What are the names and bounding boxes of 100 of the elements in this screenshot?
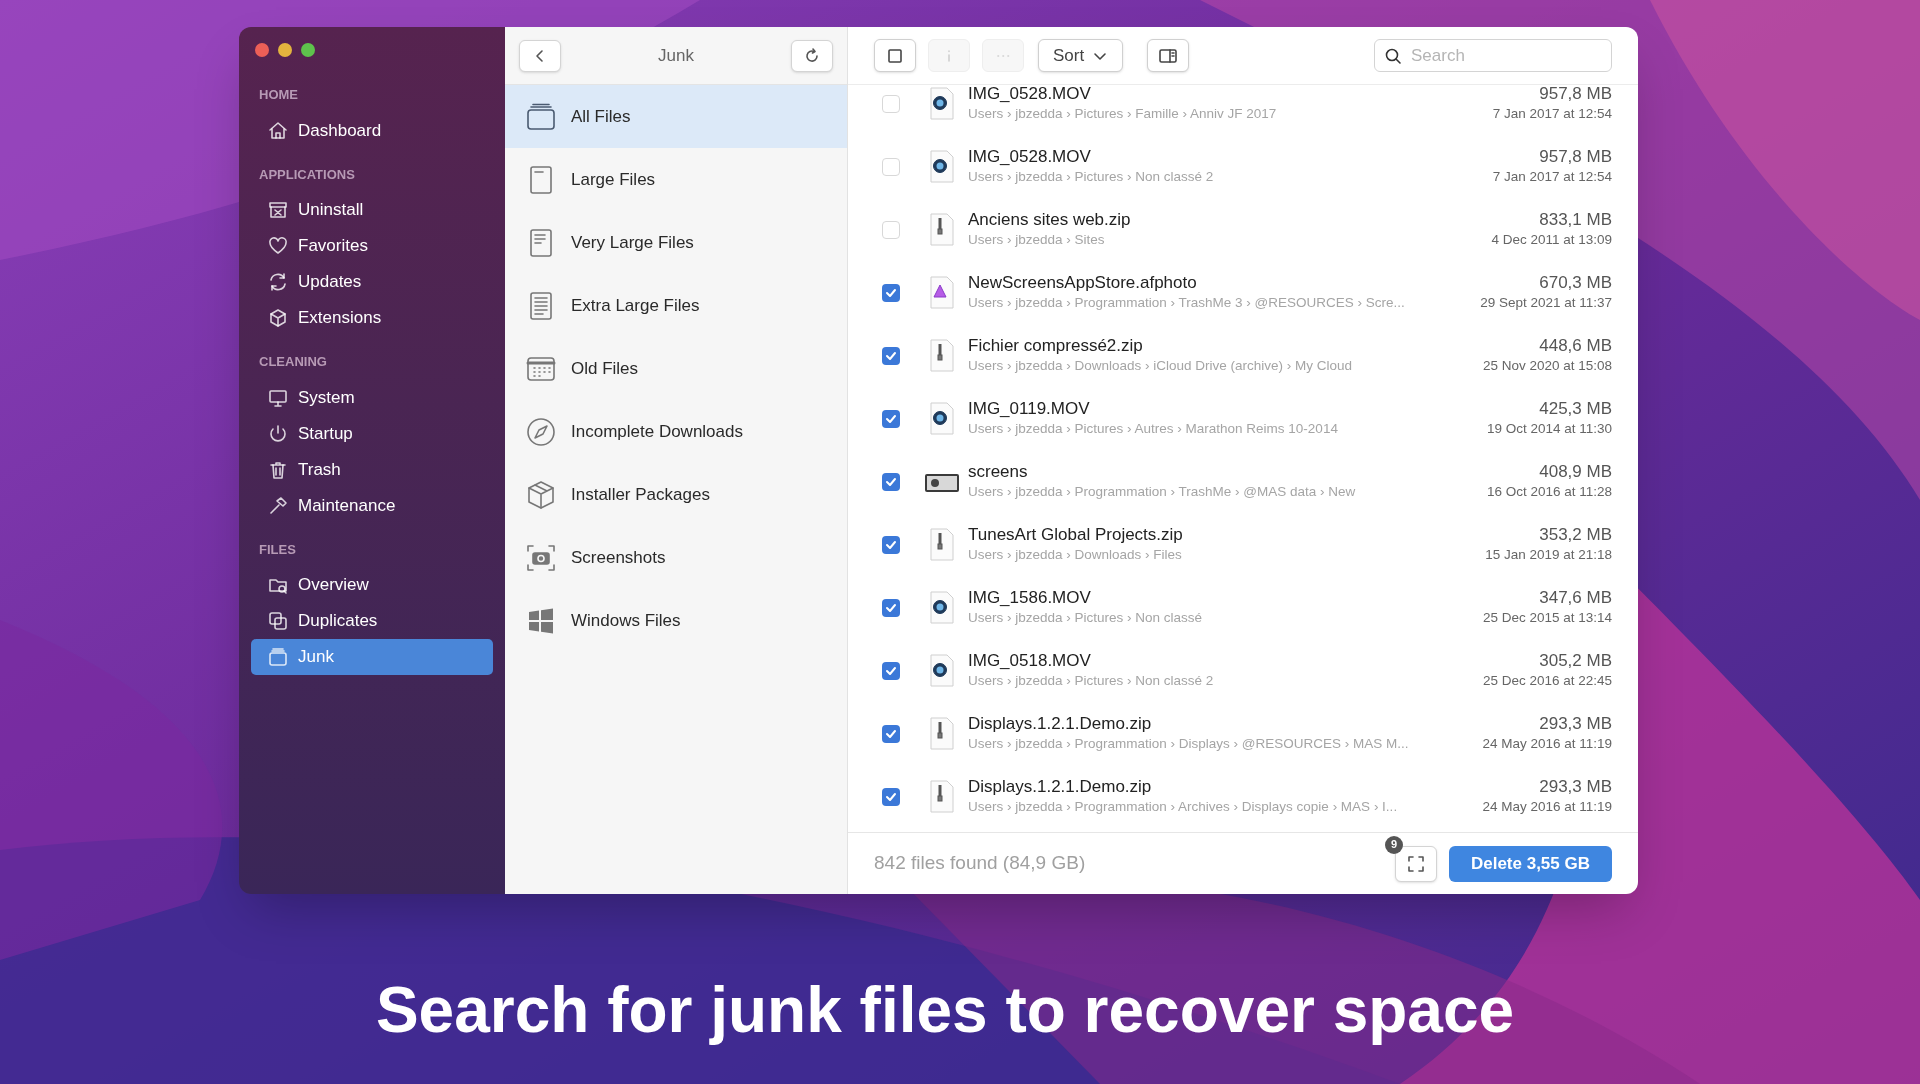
back-button[interactable]	[519, 39, 561, 72]
duplicate-icon	[267, 610, 289, 632]
sort-button[interactable]: Sort	[1038, 39, 1124, 72]
file-path: Users › jbzedda › Pictures › Non classé 2	[968, 672, 1214, 690]
checkbox[interactable]	[882, 535, 900, 554]
sidebar-item[interactable]: Updates	[251, 264, 493, 300]
section-heading: APPLICATIONS	[258, 165, 356, 184]
panel-title: Junk	[658, 44, 694, 67]
checkbox[interactable]	[882, 787, 900, 806]
category-item[interactable]: Large Files	[505, 148, 847, 211]
sidebar-item[interactable]: Trash	[251, 451, 493, 488]
sidebar-item[interactable]: Favorites	[251, 228, 493, 264]
file-path: Users › jbzedda › Programmation › Displays › @RESOURCES › MAS M...	[968, 735, 1409, 753]
refresh-button[interactable]	[791, 39, 833, 72]
sidebar-item[interactable]: Duplicates	[251, 603, 493, 639]
checkbox[interactable]	[882, 94, 900, 113]
category-item[interactable]: Extra Large Files	[505, 274, 847, 337]
category-item[interactable]: Windows Files	[505, 589, 847, 652]
info-icon	[947, 48, 951, 63]
panel-toggle-button[interactable]	[1147, 39, 1190, 72]
file-path: Users › jbzedda › Pictures › Non classé 2	[968, 168, 1214, 186]
package-icon	[525, 478, 557, 511]
window-control-button[interactable]	[301, 43, 315, 57]
category-item[interactable]: Incomplete Downloads	[505, 400, 847, 463]
section-heading: HOME	[258, 86, 299, 104]
search-field[interactable]: Search	[1374, 39, 1612, 72]
category-item[interactable]: Very Large Files	[505, 211, 847, 274]
file-date: 25 Nov 2020 at 15:08	[1482, 357, 1612, 375]
checkbox[interactable]	[882, 157, 900, 176]
sync-icon	[267, 271, 289, 293]
select-button[interactable]	[874, 39, 916, 72]
search-icon	[1384, 47, 1402, 65]
sidebar-item[interactable]: Startup	[251, 415, 493, 452]
file-path: Users › jbzedda › Pictures › Famille › Anniv JF 2017	[968, 105, 1277, 123]
file-name: IMG_0119.MOV	[968, 398, 1091, 419]
ellipsis-icon	[995, 53, 1011, 58]
expand-icon	[1405, 853, 1426, 874]
tray-stack-icon	[267, 646, 289, 668]
checkbox[interactable]	[882, 472, 900, 491]
file-size: 425,3 MB	[1539, 398, 1612, 419]
file-size: 833,1 MB	[1539, 209, 1612, 230]
checkbox[interactable]	[882, 598, 900, 617]
delete-button[interactable]: Delete 3,55 GB	[1448, 845, 1612, 882]
file-name: IMG_0528.MOV	[968, 85, 1092, 104]
checkbox[interactable]	[882, 346, 900, 365]
checkmark-icon	[885, 790, 897, 803]
checkmark-icon	[885, 538, 897, 551]
file-date: 25 Dec 2016 at 22:45	[1482, 672, 1612, 690]
file-name: IMG_0518.MOV	[968, 650, 1092, 671]
count-badge: 9	[1384, 835, 1403, 854]
compass-icon	[525, 415, 557, 448]
checkmark-icon	[885, 349, 897, 362]
sidebar-item[interactable]: System	[251, 379, 493, 416]
checkbox[interactable]	[882, 724, 900, 743]
sidebar-item[interactable]: Extensions	[251, 300, 493, 336]
section-heading: FILES	[258, 540, 297, 559]
checkmark-icon	[885, 727, 897, 740]
file-date: 19 Oct 2014 at 11:30	[1486, 420, 1612, 438]
checkmark-icon	[885, 412, 897, 425]
sidebar-item[interactable]: Maintenance	[251, 487, 493, 524]
file-size: 347,6 MB	[1539, 587, 1612, 608]
file-date: 29 Sept 2021 at 11:37	[1480, 294, 1612, 312]
file-size: 957,8 MB	[1539, 85, 1612, 104]
category-item[interactable]: Installer Packages	[505, 463, 847, 526]
file-date: 25 Dec 2015 at 13:14	[1482, 609, 1612, 627]
file-size: 448,6 MB	[1539, 335, 1612, 356]
file-path: Users › jbzedda › Programmation › TrashMe › @MAS data › New	[968, 483, 1356, 501]
file-date: 7 Jan 2017 at 12:54	[1492, 105, 1612, 123]
file-name: IMG_0528.MOV	[968, 146, 1092, 167]
file-size: 408,9 MB	[1539, 461, 1612, 482]
checkmark-icon	[885, 475, 897, 488]
sidebar-item[interactable]: Uninstall	[251, 192, 493, 228]
sidebar-item[interactable]: Overview	[251, 567, 493, 603]
file-path: Users › jbzedda › Programmation › Archives › Displays copie › MAS › I...	[968, 798, 1398, 816]
file-size: 293,3 MB	[1539, 713, 1612, 734]
file-size: 293,3 MB	[1539, 776, 1612, 797]
checkbox[interactable]	[882, 220, 900, 239]
checkbox[interactable]	[882, 409, 900, 428]
file-size: 305,2 MB	[1539, 650, 1612, 671]
sidebar-item[interactable]: Junk	[251, 639, 493, 675]
sidebar-item[interactable]: Dashboard	[251, 112, 493, 149]
checkmark-icon	[885, 286, 897, 299]
files-summary: 842 files found (84,9 GB)	[874, 851, 1086, 876]
file-date: 16 Oct 2016 at 11:28	[1486, 483, 1612, 501]
archive-box-icon	[267, 199, 289, 221]
category-item[interactable]: Old Files	[505, 337, 847, 400]
file-date: 4 Dec 2011 at 13:09	[1491, 231, 1612, 249]
file-date: 7 Jan 2017 at 12:54	[1492, 168, 1612, 186]
category-item[interactable]: All Files	[505, 85, 847, 148]
checkbox[interactable]	[882, 661, 900, 680]
file-name: Displays.1.2.1.Demo.zip	[968, 713, 1153, 734]
file-name: Anciens sites web.zip	[968, 209, 1131, 230]
cube-icon	[267, 307, 289, 329]
window-control-button[interactable]	[255, 43, 269, 57]
file-name: IMG_1586.MOV	[968, 587, 1092, 608]
checkbox[interactable]	[882, 283, 900, 302]
file-date: 15 Jan 2019 at 21:18	[1485, 546, 1612, 564]
category-item[interactable]: Screenshots	[505, 526, 847, 589]
window-control-button[interactable]	[278, 43, 292, 57]
file-path: Users › jbzedda › Programmation › TrashMe 3 › @RESOURCES › Scre...	[968, 294, 1405, 312]
